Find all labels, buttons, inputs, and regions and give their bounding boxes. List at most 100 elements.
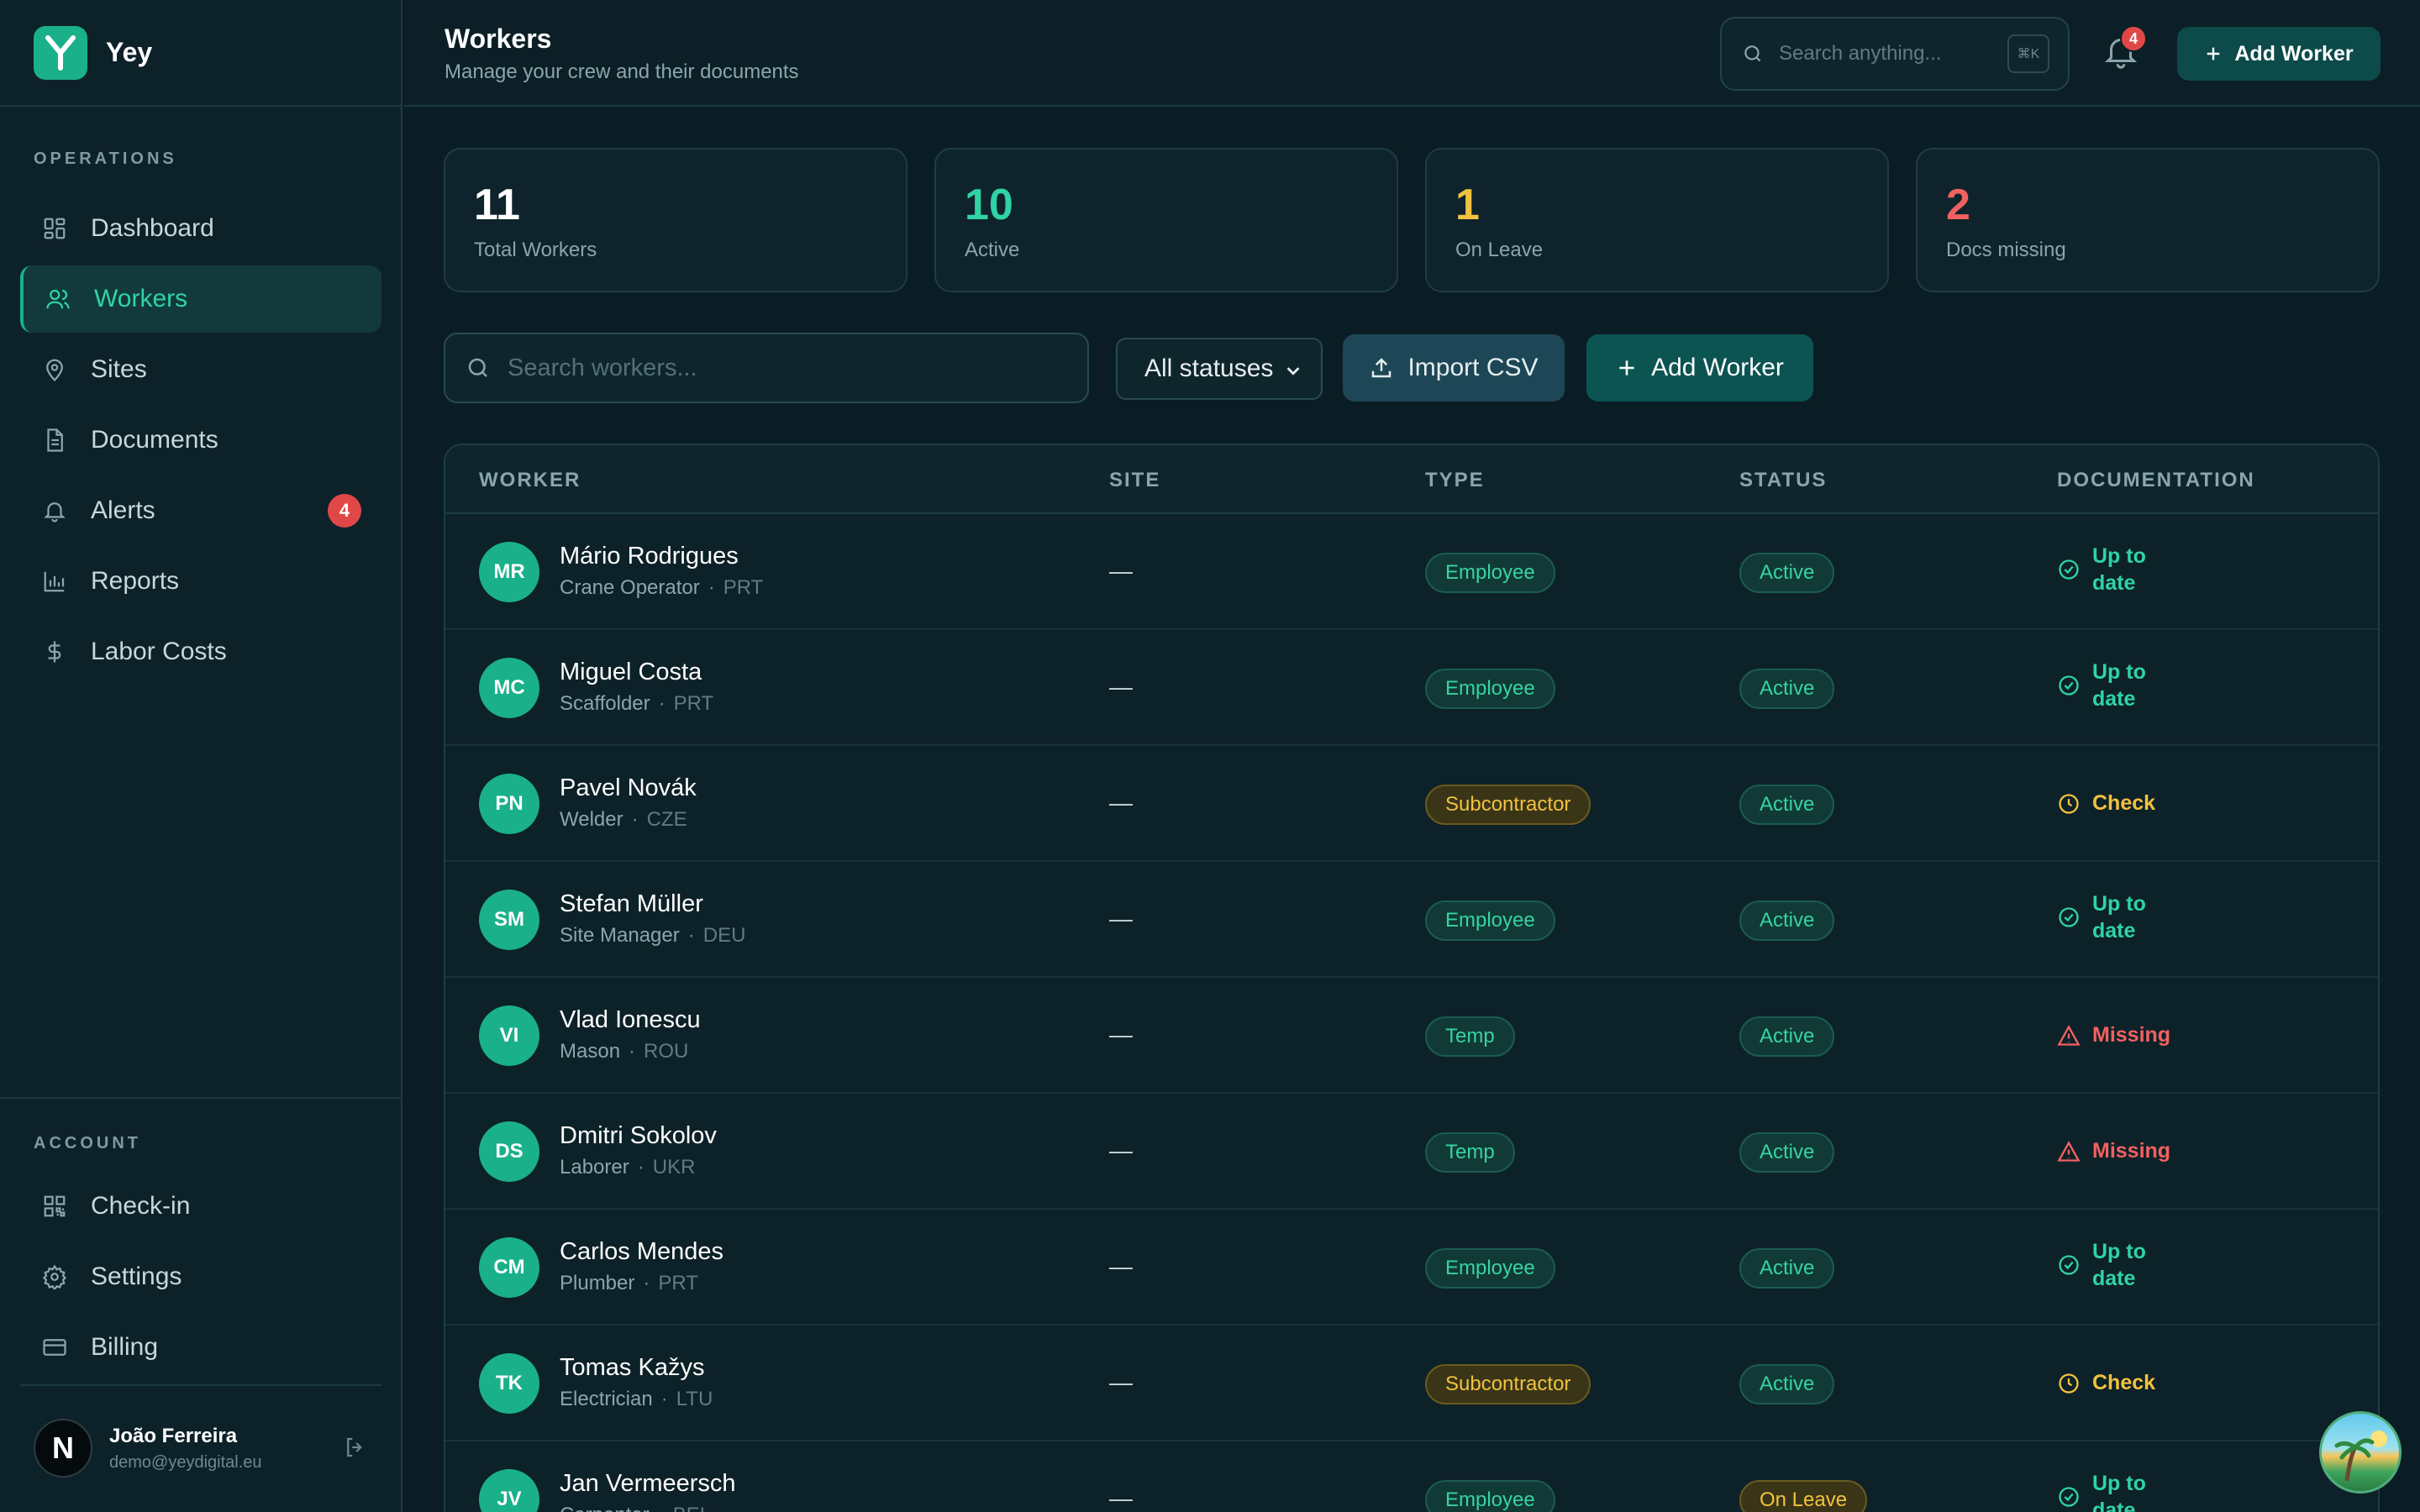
worker-name[interactable]: Tomas Kažys [560,1354,704,1382]
upload-icon [1369,355,1394,381]
table-row[interactable]: VI Vlad Ionescu Mason · ROU — Temp Active Missin… [445,978,2378,1094]
table-row[interactable]: JV Jan Vermeersch Carpenter · BEL — Employee On… [445,1441,2378,1512]
documentation-status[interactable]: Missing [2057,1023,2170,1047]
documentation-status[interactable]: Up to date [2057,1238,2166,1292]
stat-value: 2 [1946,181,1970,229]
table-row[interactable]: PN Pavel Novák Welder · CZE — Subcontractor Act… [445,746,2378,862]
user-name: João Ferreira [109,1424,238,1447]
documentation-status[interactable]: Up to date [2057,659,2166,712]
status-badge: Active [1739,785,1835,825]
worker-name[interactable]: Jan Vermeersch [560,1470,736,1498]
status-filter-select[interactable]: All statuses [1116,338,1323,400]
clock-icon [2057,792,2081,816]
documentation-status[interactable]: Up to date [2057,1470,2166,1512]
worker-name[interactable]: Miguel Costa [560,659,702,686]
chevron-down-icon [1284,361,1302,380]
sidebar-item-workers[interactable]: Workers [20,265,381,333]
status-select-value: All statuses [1144,354,1274,382]
type-badge: Temp [1425,1132,1515,1173]
stat-value: 1 [1455,181,1480,229]
worker-name[interactable]: Carlos Mendes [560,1238,723,1266]
worker-name[interactable]: Stefan Müller [560,890,703,918]
worker-role: Laborer [560,1156,629,1179]
table-row[interactable]: TK Tomas Kažys Electrician · LTU — Subcontract… [445,1326,2378,1441]
table-row[interactable]: CM Carlos Mendes Plumber · PRT — Employee Activ… [445,1210,2378,1326]
workers-search-input[interactable]: Search workers... [444,333,1089,403]
column-header-site[interactable]: SITE [1109,469,1160,492]
column-header-type[interactable]: TYPE [1425,469,1485,492]
table-row[interactable]: DS Dmitri Sokolov Laborer · UKR — Temp Active Mi… [445,1094,2378,1210]
worker-country: CZE [646,808,687,831]
documentation-label: Missing [2092,1023,2171,1047]
table-body: MR Mário Rodrigues Crane Operator · PRT — Empl… [445,514,2378,1512]
sidebar-item-label: Settings [91,1263,182,1290]
sidebar-item-reports[interactable]: Reports [20,548,381,615]
worker-country: ROU [644,1040,689,1063]
stat-label: Total Workers [474,239,597,261]
status-badge: Active [1739,900,1835,941]
user-profile[interactable]: N João Ferreira demo@yeydigital.eu [34,1416,370,1480]
documentation-status[interactable]: Check [2057,791,2155,816]
sidebar-item-label: Labor Costs [91,638,227,665]
documentation-label: Up to date [2092,892,2146,942]
sidebar-item-documents[interactable]: Documents [20,407,381,474]
search-placeholder: Search anything... [1779,42,1942,65]
plus-icon [1616,357,1638,379]
sidebar-item-billing[interactable]: Billing [20,1314,381,1381]
documentation-status[interactable]: Missing [2057,1139,2170,1163]
documentation-status[interactable]: Up to date [2057,543,2166,596]
sidebar-item-settings[interactable]: Settings [20,1243,381,1310]
map-pin-icon [40,355,69,384]
sidebar-item-check-in[interactable]: Check-in [20,1173,381,1240]
qr-code-icon [40,1192,69,1221]
brand[interactable]: Yey [0,0,401,107]
worker-avatar: VI [479,1005,539,1066]
stat-card-docs-missing: 2 Docs missing [1916,148,2380,292]
app-name: Yey [106,37,153,67]
documentation-status[interactable]: Check [2057,1371,2155,1395]
table-row[interactable]: SM Stefan Müller Site Manager · DEU — Employee… [445,862,2378,978]
sidebar-item-labor-costs[interactable]: Labor Costs [20,618,381,685]
worker-name[interactable]: Vlad Ionescu [560,1006,701,1034]
worker-site: — [1109,1253,1133,1279]
worker-name[interactable]: Pavel Novák [560,774,697,802]
worker-site: — [1109,1369,1133,1395]
worker-name[interactable]: Dmitri Sokolov [560,1122,717,1150]
sidebar-item-alerts[interactable]: Alerts 4 [20,477,381,544]
type-badge: Employee [1425,1248,1555,1289]
search-icon [466,355,491,381]
add-worker-button[interactable]: Add Worker [1586,334,1813,402]
gear-icon [40,1263,69,1291]
documentation-label: Up to date [2092,544,2146,595]
logout-icon[interactable] [343,1435,370,1462]
document-icon [40,426,69,454]
column-header-documentation[interactable]: DOCUMENTATION [2057,469,2255,492]
table-row[interactable]: MC Miguel Costa Scaffolder · PRT — Employee Act… [445,630,2378,746]
sidebar-item-sites[interactable]: Sites [20,336,381,403]
worker-avatar: TK [479,1353,539,1414]
worker-avatar: PN [479,774,539,834]
worker-role: Scaffolder [560,692,650,715]
worker-role: Mason [560,1040,621,1063]
add-worker-label: Add Worker [2234,41,2354,66]
sidebar: Yey OPERATIONS Dashboard Workers Sites D… [0,0,402,1512]
bell-icon [40,496,69,525]
worker-name[interactable]: Mário Rodrigues [560,543,739,570]
sidebar-item-dashboard[interactable]: Dashboard [20,195,381,262]
global-search-input[interactable]: Search anything... ⌘K [1720,17,2070,91]
column-header-status[interactable]: STATUS [1739,469,1827,492]
separator-dot: · [658,1504,665,1512]
plus-icon [2204,45,2223,63]
column-header-worker[interactable]: WORKER [479,469,581,492]
type-badge: Employee [1425,900,1555,941]
add-worker-button[interactable]: Add Worker [2177,27,2381,81]
worker-site: — [1109,674,1133,700]
table-row[interactable]: MR Mário Rodrigues Crane Operator · PRT — Empl… [445,514,2378,630]
import-csv-button[interactable]: Import CSV [1343,334,1565,402]
worker-meta: Welder · CZE [560,808,687,832]
documentation-status[interactable]: Up to date [2057,890,2166,944]
assistant-avatar-button[interactable] [2319,1411,2402,1494]
worker-country: DEU [702,924,746,947]
worker-meta: Plumber · PRT [560,1272,698,1295]
type-badge: Subcontractor [1425,785,1591,825]
